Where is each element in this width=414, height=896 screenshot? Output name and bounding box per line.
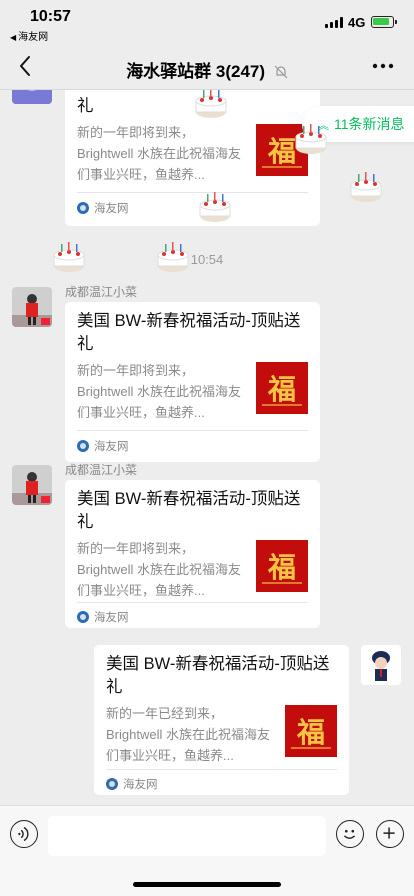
chat-area[interactable]: 美国 BW-新春祝福活动-顶贴送礼 新的一年即将到来，Brightwell 水族… bbox=[0, 90, 414, 805]
sender-name: 成都温江小菜 bbox=[65, 463, 138, 477]
avatar[interactable] bbox=[12, 287, 52, 327]
card-source: 海友网 bbox=[77, 609, 129, 625]
cake-icon bbox=[157, 242, 189, 272]
link-card[interactable]: 美国 BW-新春祝福活动-顶贴送礼 新的一年已经到来，Brightwell 水族… bbox=[94, 645, 349, 795]
new-messages-label: 11条新消息 bbox=[334, 116, 405, 132]
card-description: 新的一年即将到来，Brightwell 水族在此祝福海友们事业兴旺，鱼越养... bbox=[77, 125, 241, 182]
cake-icon bbox=[199, 192, 231, 222]
plus-icon[interactable] bbox=[376, 820, 404, 848]
card-description: 新的一年即将到来，Brightwell 水族在此祝福海友们事业兴旺，鱼越养... bbox=[77, 541, 241, 598]
card-title: 美国 BW-新春祝福活动-顶贴送礼 bbox=[77, 312, 301, 353]
sender-name: 成都温江小菜 bbox=[65, 285, 138, 299]
card-description: 新的一年已经到来，Brightwell 水族在此祝福海友们事业兴旺，鱼越养... bbox=[106, 706, 270, 763]
card-thumbnail: 福 bbox=[256, 540, 308, 592]
card-description: 新的一年即将到来，Brightwell 水族在此祝福海友们事业兴旺，鱼越养... bbox=[77, 363, 241, 420]
voice-icon[interactable] bbox=[10, 820, 38, 848]
card-thumbnail: 福 bbox=[285, 705, 337, 757]
avatar[interactable] bbox=[12, 465, 52, 505]
emoji-icon[interactable] bbox=[336, 820, 364, 848]
network-type: 4G bbox=[348, 15, 366, 30]
source-logo-icon bbox=[77, 202, 89, 214]
chat-title: 海水驿站群 3(247) bbox=[0, 57, 414, 82]
cake-icon bbox=[295, 124, 327, 154]
card-source: 海友网 bbox=[77, 438, 129, 454]
link-card[interactable]: 美国 BW-新春祝福活动-顶贴送礼 新的一年即将到来，Brightwell 水族… bbox=[65, 480, 320, 628]
card-title: 美国 BW-新春祝福活动-顶贴送礼 bbox=[77, 490, 301, 531]
source-logo-icon bbox=[106, 778, 118, 790]
message-input[interactable] bbox=[48, 816, 326, 856]
cake-icon bbox=[195, 90, 227, 118]
source-logo-icon bbox=[77, 611, 89, 623]
battery-icon bbox=[371, 16, 397, 28]
status-bar: 10:57 ◀ 海友网 4G bbox=[0, 0, 414, 44]
nav-bar: 海水驿站群 3(247) bbox=[0, 44, 414, 90]
cake-icon bbox=[53, 242, 85, 272]
source-logo-icon bbox=[77, 440, 89, 452]
cake-icon bbox=[350, 172, 382, 202]
link-card[interactable]: 美国 BW-新春祝福活动-顶贴送礼 新的一年即将到来，Brightwell 水族… bbox=[65, 302, 320, 462]
mute-bell-icon bbox=[274, 65, 288, 79]
card-source: 海友网 bbox=[106, 776, 158, 792]
card-source: 海友网 bbox=[77, 200, 129, 216]
status-time: 10:57 bbox=[30, 8, 71, 25]
card-title: 美国 BW-新春祝福活动-顶贴送礼 bbox=[106, 655, 330, 696]
back-to-app-link[interactable]: ◀ 海友网 bbox=[10, 28, 48, 43]
signal-icon bbox=[325, 17, 343, 28]
avatar[interactable] bbox=[361, 645, 401, 685]
chat-title-text: 海水驿站群 3(247) bbox=[126, 62, 266, 81]
more-dots-icon[interactable] bbox=[370, 54, 396, 78]
back-app-label: 海友网 bbox=[18, 32, 49, 43]
avatar[interactable] bbox=[12, 90, 52, 104]
home-indicator[interactable] bbox=[133, 882, 281, 887]
card-thumbnail: 福 bbox=[256, 362, 308, 414]
